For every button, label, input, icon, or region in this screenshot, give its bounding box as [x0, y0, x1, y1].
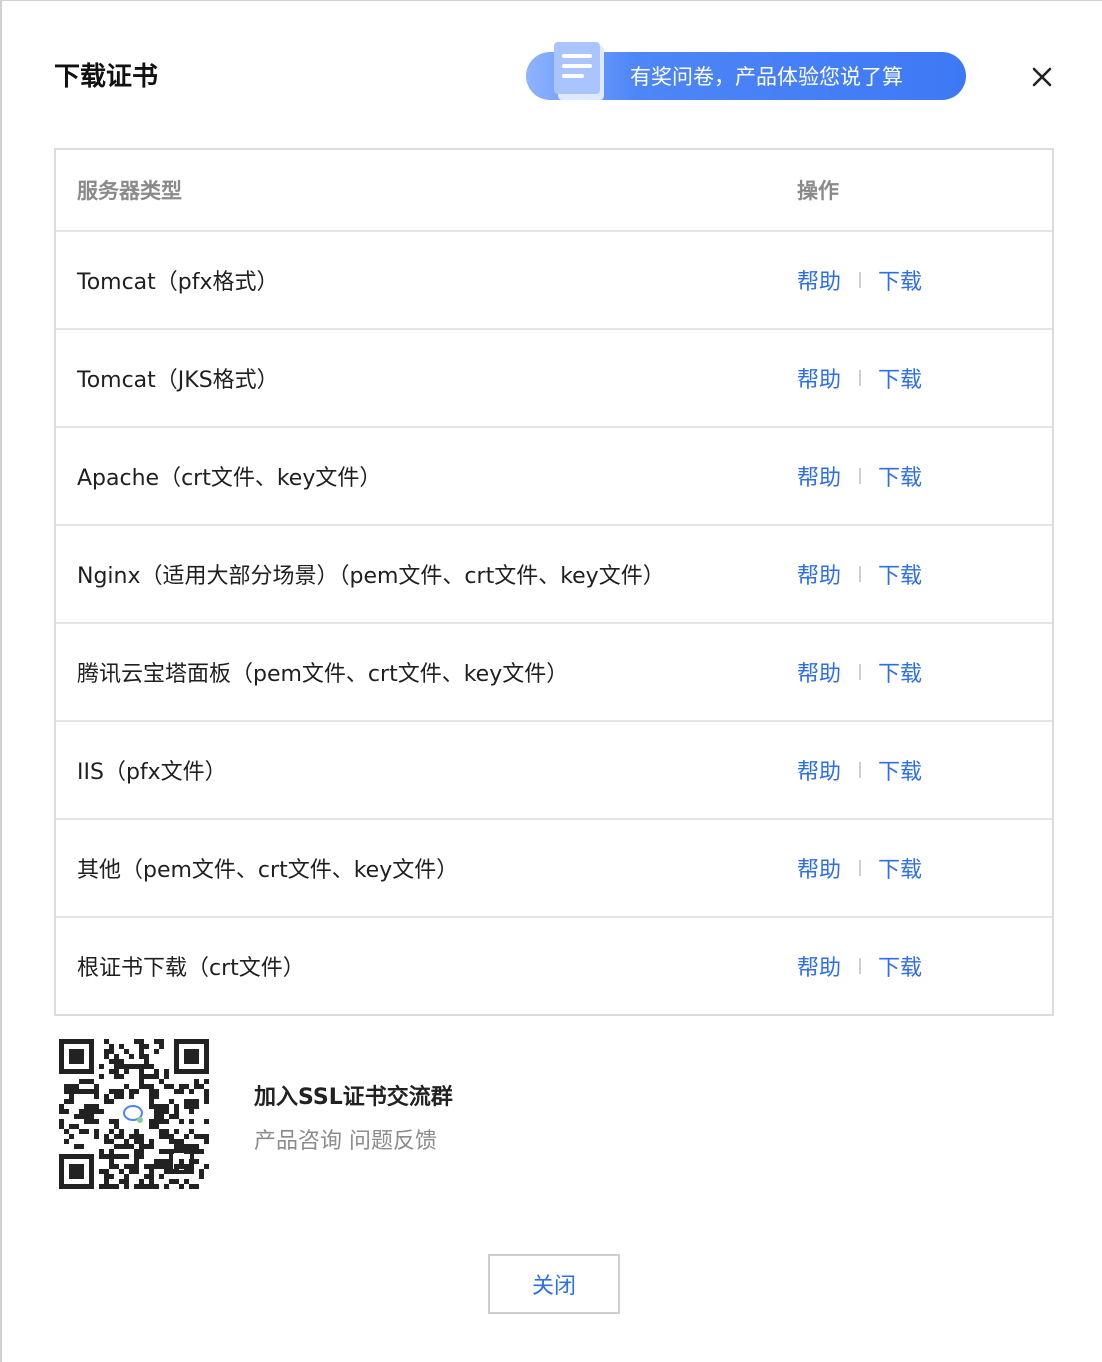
help-link[interactable]: 帮助: [797, 950, 841, 982]
server-type-table: 服务器类型 操作 Tomcat（pfx格式） 帮助 下载 Tomcat（JKS格式）帮…: [54, 148, 1054, 1016]
help-link[interactable]: 帮助: [797, 754, 841, 786]
row-actions: 帮助 下载: [797, 558, 922, 590]
row-actions: 帮助 下载: [797, 656, 922, 688]
server-type-label: Tomcat（JKS格式）: [77, 368, 279, 393]
table-row: Nginx（适用大部分场景）（pem文件、crt文件、key文件） 帮助 下载: [56, 524, 1052, 622]
survey-document-icon: [554, 42, 604, 100]
help-link[interactable]: 帮助: [797, 656, 841, 688]
row-actions: 帮助 下载: [797, 852, 922, 884]
download-link[interactable]: 下载: [878, 754, 922, 786]
server-type-label: 腾讯云宝塔面板（pem文件、crt文件、key文件）: [77, 662, 569, 687]
community-title: 加入SSL证书交流群: [254, 1085, 453, 1110]
dialog-title: 下载证书: [54, 62, 159, 92]
action-divider: [859, 664, 862, 680]
qr-code: [59, 1039, 209, 1189]
server-type-label: Tomcat（pfx格式）: [77, 270, 279, 295]
row-actions: 帮助 下载: [797, 754, 922, 786]
help-link[interactable]: 帮助: [797, 264, 841, 296]
row-actions: 帮助 下载: [797, 362, 922, 394]
download-link[interactable]: 下载: [878, 558, 922, 590]
server-type-label: 其他（pem文件、crt文件、key文件）: [77, 858, 459, 883]
action-divider: [859, 272, 862, 288]
download-link[interactable]: 下载: [878, 656, 922, 688]
header-action: 操作: [797, 179, 839, 203]
server-type-label: Nginx（适用大部分场景）（pem文件、crt文件、key文件）: [77, 564, 665, 589]
close-button[interactable]: 关闭: [488, 1254, 620, 1314]
table-row: Apache（crt文件、key文件） 帮助 下载: [56, 426, 1052, 524]
download-link[interactable]: 下载: [878, 264, 922, 296]
survey-banner[interactable]: 有奖问卷，产品体验您说了算: [526, 42, 966, 100]
close-icon[interactable]: [1026, 61, 1058, 93]
action-divider: [859, 958, 862, 974]
server-type-label: Apache（crt文件、key文件）: [77, 466, 382, 491]
download-link[interactable]: 下载: [878, 950, 922, 982]
download-link[interactable]: 下载: [878, 852, 922, 884]
table-row: IIS（pfx文件） 帮助 下载: [56, 720, 1052, 818]
survey-banner-text: 有奖问卷，产品体验您说了算: [630, 65, 903, 89]
row-actions: 帮助 下载: [797, 950, 922, 982]
table-row: 其他（pem文件、crt文件、key文件） 帮助 下载: [56, 818, 1052, 916]
row-actions: 帮助 下载: [797, 460, 922, 492]
help-link[interactable]: 帮助: [797, 460, 841, 492]
server-type-label: IIS（pfx文件）: [77, 760, 227, 785]
download-link[interactable]: 下载: [878, 362, 922, 394]
header-server-type: 服务器类型: [77, 179, 182, 203]
table-row: Tomcat（JKS格式） 帮助 下载: [56, 328, 1052, 426]
action-divider: [859, 566, 862, 582]
action-divider: [859, 860, 862, 876]
help-link[interactable]: 帮助: [797, 362, 841, 394]
help-link[interactable]: 帮助: [797, 852, 841, 884]
table-row: 腾讯云宝塔面板（pem文件、crt文件、key文件） 帮助 下载: [56, 622, 1052, 720]
table-header-row: 服务器类型 操作: [56, 150, 1052, 230]
action-divider: [859, 370, 862, 386]
community-subtitle: 产品咨询 问题反馈: [254, 1129, 437, 1154]
download-link[interactable]: 下载: [878, 460, 922, 492]
action-divider: [859, 468, 862, 484]
table-row: Tomcat（pfx格式） 帮助 下载: [56, 230, 1052, 328]
action-divider: [859, 762, 862, 778]
row-actions: 帮助 下载: [797, 264, 922, 296]
server-type-label: 根证书下载（crt文件）: [77, 956, 305, 981]
table-row: 根证书下载（crt文件） 帮助 下载: [56, 916, 1052, 1014]
download-certificate-dialog: 下载证书 有奖问卷，产品体验您说了算 服务器类型 操作 Tomcat（pfx格式…: [0, 0, 1102, 1362]
chat-icon: [120, 1100, 148, 1128]
help-link[interactable]: 帮助: [797, 558, 841, 590]
